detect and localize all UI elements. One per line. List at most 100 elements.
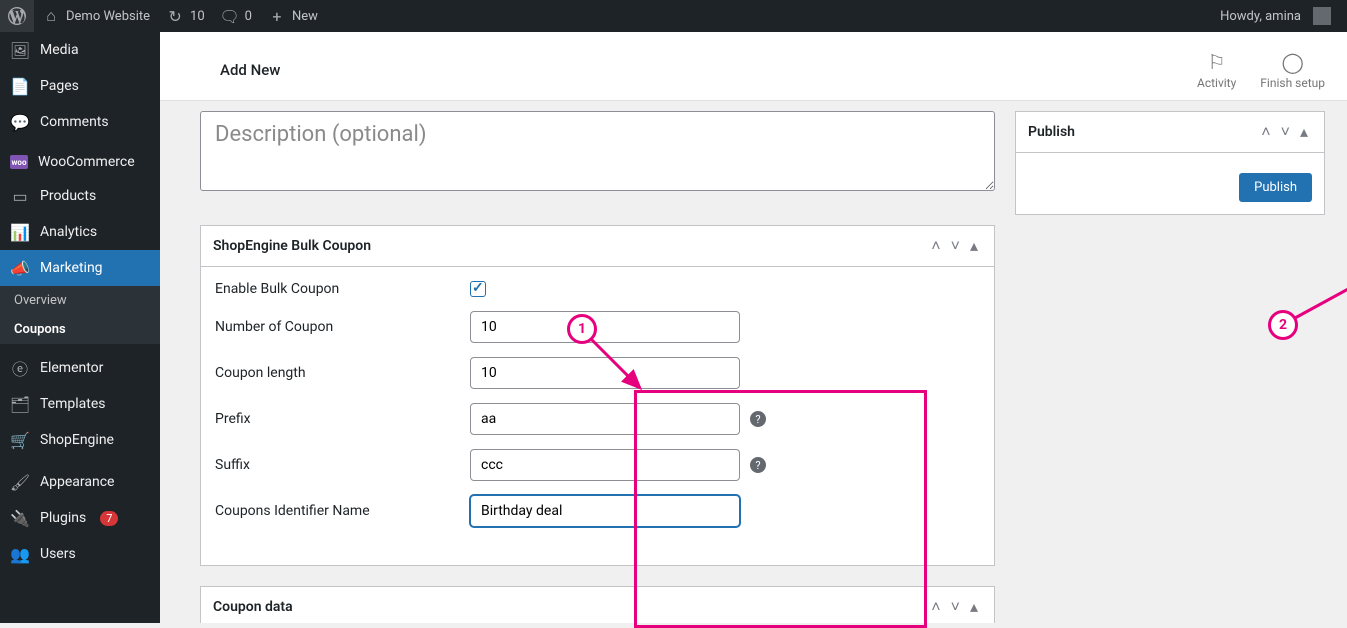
activity-button[interactable]: ⚐ Activity [1197, 50, 1236, 90]
chevron-down-icon: ˅ [1281, 122, 1290, 141]
help-icon[interactable]: ? [750, 457, 766, 473]
nav-label: Elementor [40, 360, 103, 376]
nav-label: Users [40, 546, 76, 562]
bulk-coupon-header: ShopEngine Bulk Coupon ˄ ˅ ▴ [201, 226, 994, 267]
analytics-icon: 📊 [10, 222, 30, 242]
elementor-icon: ⓔ [10, 358, 30, 378]
site-home-link[interactable]: ⌂Demo Website [34, 0, 158, 32]
circle-icon: ◯ [1260, 50, 1325, 74]
move-down-button[interactable]: ˅ [1277, 122, 1294, 142]
subnav-overview[interactable]: Overview [0, 286, 160, 315]
nav-users[interactable]: 👥 Users [0, 536, 160, 572]
help-icon[interactable]: ? [750, 411, 766, 427]
move-up-button[interactable]: ˄ [927, 597, 944, 617]
finish-label: Finish setup [1260, 76, 1325, 90]
number-coupon-label: Number of Coupon [215, 319, 470, 335]
nav-label: Plugins [40, 510, 86, 526]
toggle-panel-button[interactable]: ▴ [966, 236, 982, 256]
coupon-data-postbox: Coupon data ˄ ˅ ▴ [200, 586, 995, 623]
nav-label: Pages [40, 78, 79, 94]
publish-title: Publish [1028, 124, 1075, 140]
wp-logo[interactable] [0, 0, 34, 32]
nav-elementor[interactable]: ⓔ Elementor [0, 350, 160, 386]
page-title: Add New [220, 61, 280, 79]
comments-count: 0 [245, 9, 252, 24]
annotation-arrow-1 [580, 328, 660, 408]
nav-label: Analytics [40, 224, 97, 240]
chevron-down-icon: ˅ [951, 597, 960, 616]
identifier-input[interactable] [470, 495, 740, 527]
new-label: New [292, 9, 318, 24]
annotation-arrow-2 [1290, 248, 1347, 328]
comment-icon: 🗨 [221, 7, 239, 25]
page-topbar: Add New ⚐ Activity ◯ Finish setup [160, 32, 1347, 101]
updates-count: 10 [190, 9, 205, 24]
products-icon: ▭ [10, 186, 30, 206]
coupon-length-label: Coupon length [215, 365, 470, 381]
suffix-label: Suffix [215, 457, 470, 473]
howdy-text: Howdy, amina [1220, 9, 1301, 24]
nav-label: WooCommerce [38, 154, 135, 170]
site-name: Demo Website [66, 9, 150, 24]
publish-button[interactable]: Publish [1239, 173, 1312, 202]
nav-label: Products [40, 188, 96, 204]
wordpress-icon [8, 7, 26, 25]
pages-icon: 📄 [10, 76, 30, 96]
move-up-button[interactable]: ˄ [1257, 122, 1274, 142]
chevron-down-icon: ˅ [951, 236, 960, 255]
toggle-panel-button[interactable]: ▴ [966, 597, 982, 617]
caret-up-icon: ▴ [970, 236, 978, 255]
enable-bulk-label: Enable Bulk Coupon [215, 281, 470, 297]
nav-woocommerce[interactable]: wooWooCommerce [0, 146, 160, 178]
nav-pages[interactable]: 📄 Pages [0, 68, 160, 104]
subnav-coupons[interactable]: Coupons [0, 315, 160, 344]
comments-icon: 💬 [10, 112, 30, 132]
flag-icon: ⚐ [1197, 50, 1236, 74]
move-down-button[interactable]: ˅ [947, 597, 964, 617]
finish-setup-button[interactable]: ◯ Finish setup [1260, 50, 1325, 90]
bulk-coupon-title: ShopEngine Bulk Coupon [213, 238, 371, 254]
nav-label: Comments [40, 114, 109, 130]
nav-appearance[interactable]: 🖌Appearance [0, 464, 160, 500]
nav-label: Templates [40, 396, 106, 412]
enable-bulk-checkbox[interactable] [470, 281, 486, 297]
plugins-badge: 7 [100, 511, 118, 526]
chevron-up-icon: ˄ [931, 236, 940, 255]
main-content: Add New ⚐ Activity ◯ Finish setup ShopEngi… [160, 32, 1347, 623]
chevron-up-icon: ˄ [1261, 122, 1270, 141]
new-link[interactable]: + New [260, 0, 326, 32]
nav-comments[interactable]: 💬 Comments [0, 104, 160, 140]
nav-products[interactable]: ▭ Products [0, 178, 160, 214]
chevron-up-icon: ˄ [931, 597, 940, 616]
comments-link[interactable]: 🗨0 [213, 0, 260, 32]
activity-label: Activity [1197, 76, 1236, 90]
nav-label: Appearance [40, 474, 114, 490]
users-icon: 👥 [10, 544, 30, 564]
marketing-icon: 📣 [10, 258, 30, 278]
admin-bar: ⌂Demo Website ↻10 🗨0 +New Howdy, amina [0, 0, 1347, 32]
suffix-input[interactable] [470, 449, 740, 481]
nav-templates[interactable]: 🗂Templates [0, 386, 160, 422]
nav-label: ShopEngine [40, 432, 114, 448]
caret-up-icon: ▴ [970, 597, 978, 616]
nav-marketing[interactable]: 📣Marketing [0, 250, 160, 286]
plugins-icon: 🔌 [10, 508, 30, 528]
nav-analytics[interactable]: 📊 Analytics [0, 214, 160, 250]
plus-icon: + [268, 7, 286, 25]
publish-postbox: Publish ˄ ˅ ▴ Publish [1015, 111, 1325, 215]
media-icon: 🖼 [10, 40, 30, 60]
nav-label: Media [40, 42, 79, 58]
nav-shopengine[interactable]: 🛒 ShopEngine [0, 422, 160, 458]
nav-media[interactable]: 🖼 Media [0, 32, 160, 68]
move-down-button[interactable]: ˅ [947, 236, 964, 256]
updates-link[interactable]: ↻ 10 [158, 0, 213, 32]
move-up-button[interactable]: ˄ [927, 236, 944, 256]
shopengine-icon: 🛒 [10, 430, 30, 450]
nav-plugins[interactable]: 🔌 Plugins 7 [0, 500, 160, 536]
howdy-link[interactable]: Howdy, amina [1212, 0, 1339, 32]
toggle-panel-button[interactable]: ▴ [1296, 122, 1312, 142]
description-textarea[interactable] [200, 111, 995, 191]
prefix-label: Prefix [215, 411, 470, 427]
refresh-icon: ↻ [166, 7, 184, 25]
publish-header: Publish ˄ ˅ ▴ [1016, 112, 1324, 153]
